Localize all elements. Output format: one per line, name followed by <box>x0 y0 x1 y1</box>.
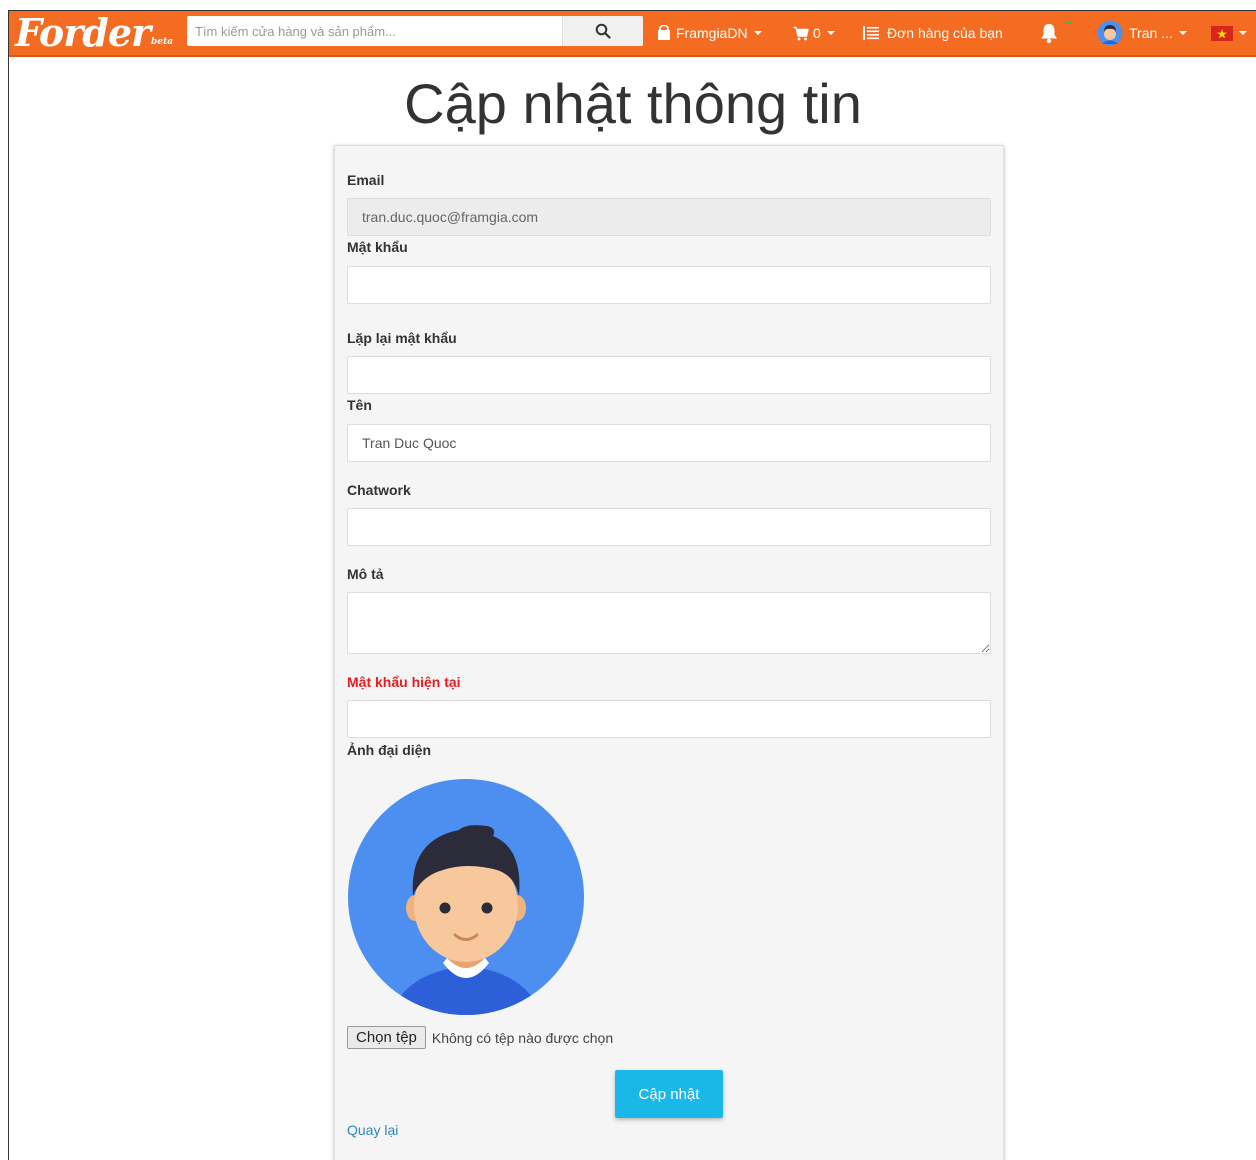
file-status-text: Không có tệp nào được chọn <box>431 1029 614 1046</box>
vietnam-flag-icon <box>1211 25 1233 41</box>
choose-file-button[interactable]: Chọn tệp <box>347 1026 426 1049</box>
email-label: Email <box>347 172 385 188</box>
orders-label: Đơn hàng của bạn <box>887 25 1003 41</box>
logo-text: Forder <box>15 10 151 55</box>
password-confirm-field[interactable] <box>347 356 991 394</box>
browser-frame: Forder beta FramgiaDN <box>8 10 1256 1160</box>
password-field[interactable] <box>347 266 991 304</box>
back-link[interactable]: Quay lại <box>347 1122 398 1138</box>
bell-icon <box>1041 24 1057 44</box>
description-textarea[interactable] <box>347 592 991 654</box>
cart-dropdown[interactable]: 0 <box>793 11 835 55</box>
chevron-down-icon <box>753 31 762 35</box>
profile-form-panel: Email Mật khẩu Lặp lại mật khẩu Tên Chat… <box>334 145 1004 1160</box>
search-button[interactable] <box>562 16 643 46</box>
current-password-field[interactable] <box>347 700 991 738</box>
list-icon <box>863 26 879 40</box>
shop-dropdown[interactable]: FramgiaDN <box>657 11 762 55</box>
chevron-down-icon <box>826 31 835 35</box>
user-name: Tran ... <box>1129 25 1173 41</box>
orders-link[interactable]: Đơn hàng của bạn <box>863 11 1003 55</box>
password-label: Mật khẩu <box>347 239 408 255</box>
email-field[interactable] <box>347 198 991 236</box>
shop-label: FramgiaDN <box>676 25 748 41</box>
name-field[interactable] <box>347 424 991 462</box>
user-avatar-icon <box>1097 20 1123 46</box>
chatwork-field[interactable] <box>347 508 991 546</box>
file-upload-row: Chọn tệp Không có tệp nào được chọn <box>347 1026 613 1049</box>
notifications-button[interactable] <box>1039 11 1071 55</box>
update-button[interactable]: Cập nhật <box>615 1070 723 1118</box>
notification-dot-icon <box>1065 22 1071 24</box>
logo-beta-badge: beta <box>151 37 174 47</box>
cart-icon <box>793 26 809 40</box>
chatwork-label: Chatwork <box>347 482 411 498</box>
chevron-down-icon <box>1178 31 1187 35</box>
password-confirm-label: Lặp lại mật khẩu <box>347 330 457 346</box>
language-dropdown[interactable] <box>1211 11 1247 55</box>
chevron-down-icon <box>1239 31 1247 35</box>
cart-count: 0 <box>813 25 821 41</box>
avatar-image <box>348 779 584 1015</box>
search-icon <box>595 23 611 39</box>
description-label: Mô tả <box>347 566 384 582</box>
search-input[interactable] <box>187 16 562 46</box>
bag-icon <box>658 25 670 40</box>
current-password-label: Mật khẩu hiện tại <box>347 674 461 690</box>
avatar-label: Ảnh đại diện <box>347 742 431 758</box>
user-menu[interactable]: Tran ... <box>1097 11 1187 55</box>
forder-logo[interactable]: Forder beta <box>15 13 173 53</box>
search-box <box>187 16 643 46</box>
page-title: Cập nhật thông tin <box>404 72 862 135</box>
top-navbar: Forder beta FramgiaDN <box>9 11 1256 57</box>
name-label: Tên <box>347 397 372 413</box>
